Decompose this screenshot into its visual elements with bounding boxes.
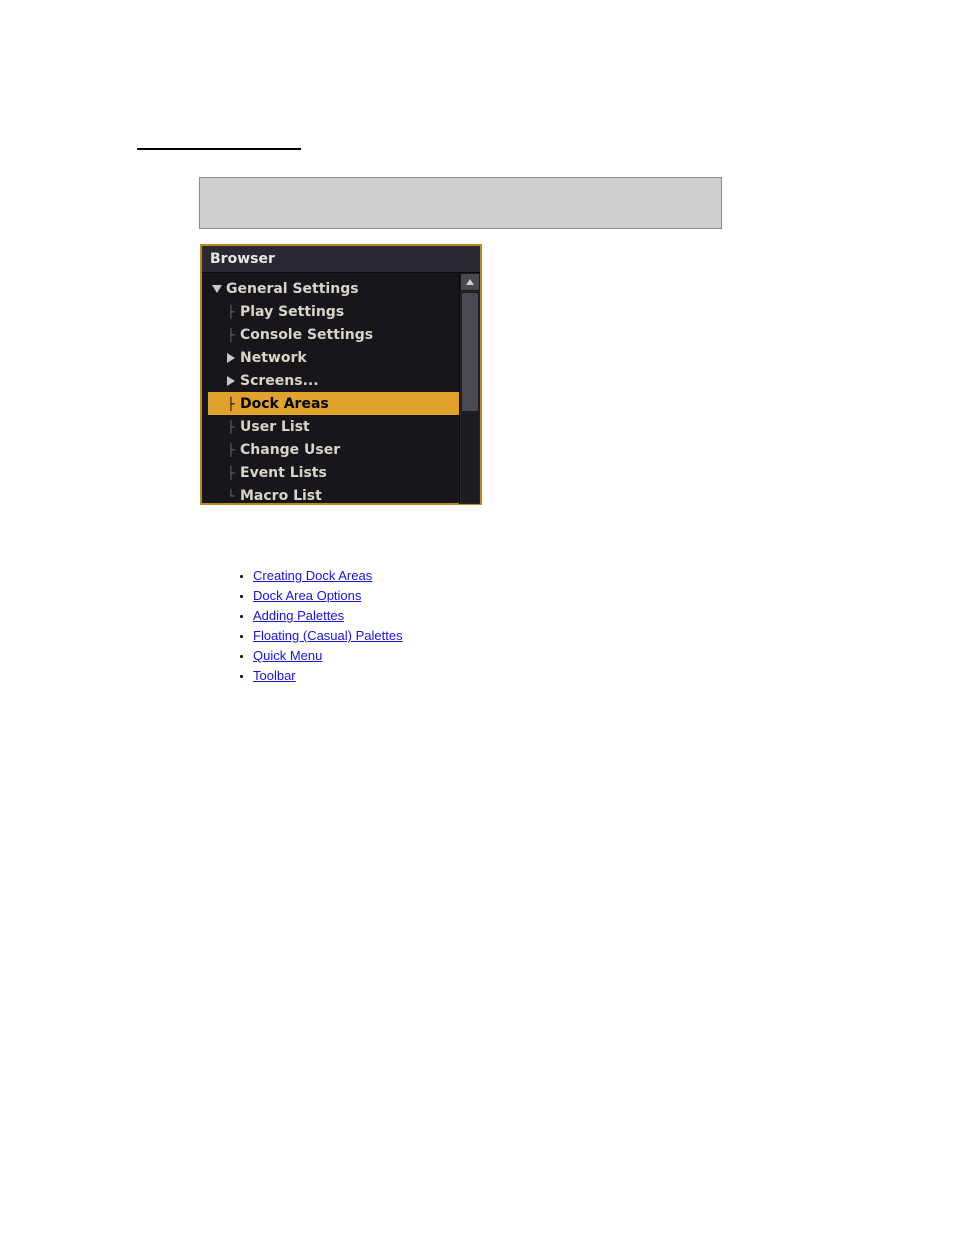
link-quick-menu[interactable]: Quick Menu	[253, 648, 322, 663]
link-adding-palettes[interactable]: Adding Palettes	[253, 608, 344, 623]
chevron-down-icon[interactable]	[210, 281, 224, 297]
panel-title: Browser	[202, 246, 480, 273]
scrollbar[interactable]	[459, 273, 480, 504]
browser-panel: Browser General Settings ├ Play Settings	[200, 244, 482, 505]
list-item: Toolbar	[253, 666, 403, 686]
list-item: Floating (Casual) Palettes	[253, 626, 403, 646]
list-item: Dock Area Options	[253, 586, 403, 606]
tree-item-event-lists[interactable]: ├ Event Lists	[208, 461, 459, 484]
tree-label: Network	[238, 350, 307, 366]
link-floating-palettes[interactable]: Floating (Casual) Palettes	[253, 628, 403, 643]
tree-guide: ├	[224, 397, 238, 411]
divider-line	[137, 148, 301, 150]
tree-label: General Settings	[224, 281, 359, 297]
tree-guide: └	[224, 489, 238, 503]
tree-item-macro-list[interactable]: └ Macro List	[208, 484, 459, 504]
tree-guide: ├	[224, 443, 238, 457]
link-creating-dock-areas[interactable]: Creating Dock Areas	[253, 568, 372, 583]
tree-label: User List	[238, 419, 310, 435]
scroll-thumb[interactable]	[461, 292, 479, 412]
tree-label: Dock Areas	[238, 396, 329, 412]
tree-item-console-settings[interactable]: ├ Console Settings	[208, 323, 459, 346]
tree-item-dock-areas[interactable]: ├ Dock Areas	[208, 392, 459, 415]
chevron-right-icon[interactable]	[224, 350, 238, 366]
list-item: Quick Menu	[253, 646, 403, 666]
gray-info-box	[199, 177, 722, 229]
scroll-track[interactable]	[461, 292, 479, 503]
tree-item-network[interactable]: Network	[208, 346, 459, 369]
tree-label: Console Settings	[238, 327, 373, 343]
list-item: Adding Palettes	[253, 606, 403, 626]
tree-label: Play Settings	[238, 304, 344, 320]
tree-guide: ├	[224, 305, 238, 319]
chevron-right-icon[interactable]	[224, 373, 238, 389]
link-list: Creating Dock Areas Dock Area Options Ad…	[225, 566, 403, 686]
list-item: Creating Dock Areas	[253, 566, 403, 586]
tree-label: Change User	[238, 442, 340, 458]
link-toolbar[interactable]: Toolbar	[253, 668, 296, 683]
tree-label: Macro List	[238, 488, 322, 504]
tree-item-play-settings[interactable]: ├ Play Settings	[208, 300, 459, 323]
tree-item-general-settings[interactable]: General Settings	[208, 277, 459, 300]
tree-item-change-user[interactable]: ├ Change User	[208, 438, 459, 461]
tree-item-user-list[interactable]: ├ User List	[208, 415, 459, 438]
tree-guide: ├	[224, 328, 238, 342]
tree: General Settings ├ Play Settings ├ Conso…	[202, 273, 459, 504]
tree-label: Screens...	[238, 373, 319, 389]
scroll-up-button[interactable]	[460, 273, 480, 291]
tree-item-screens[interactable]: Screens...	[208, 369, 459, 392]
tree-guide: ├	[224, 466, 238, 480]
tree-label: Event Lists	[238, 465, 327, 481]
tree-guide: ├	[224, 420, 238, 434]
link-dock-area-options[interactable]: Dock Area Options	[253, 588, 361, 603]
panel-body: General Settings ├ Play Settings ├ Conso…	[202, 273, 480, 504]
